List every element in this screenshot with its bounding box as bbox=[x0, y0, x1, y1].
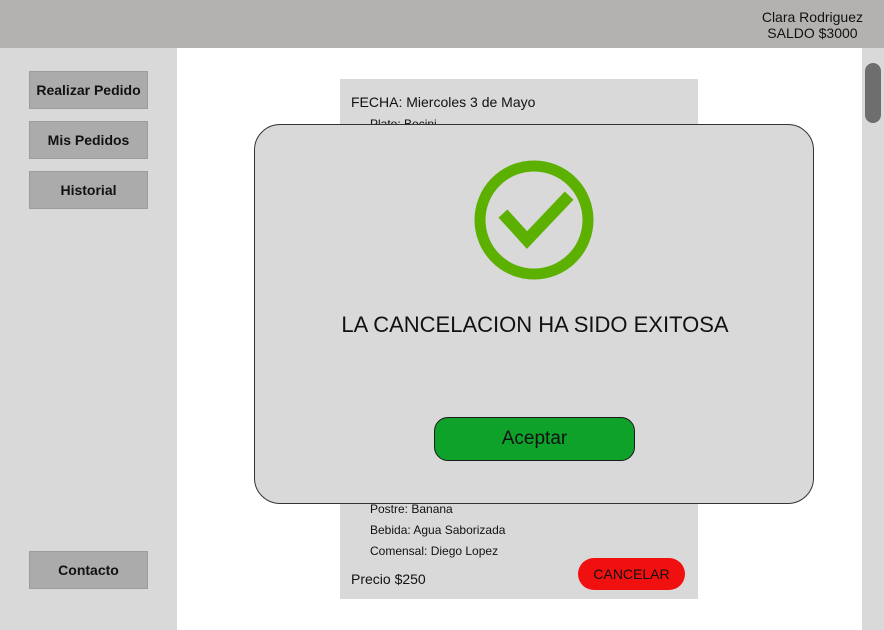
scrollbar[interactable] bbox=[862, 48, 884, 630]
order-drink: Bebida: Agua Saborizada bbox=[370, 523, 506, 537]
sidebar-item-mis-pedidos[interactable]: Mis Pedidos bbox=[29, 121, 148, 159]
balance-label: SALDO $3000 bbox=[767, 25, 858, 41]
order-date: FECHA: Miercoles 3 de Mayo bbox=[351, 94, 536, 110]
check-circle-icon bbox=[474, 160, 594, 280]
top-bar: Clara Rodriguez SALDO $3000 bbox=[0, 0, 884, 48]
user-name: Clara Rodriguez bbox=[761, 9, 863, 25]
sidebar-item-historial[interactable]: Historial bbox=[29, 171, 148, 209]
sidebar: Realizar Pedido Mis Pedidos Historial Co… bbox=[0, 48, 177, 630]
user-info: Clara Rodriguez SALDO $3000 bbox=[762, 9, 863, 41]
order-price: Precio $250 bbox=[351, 571, 426, 587]
cancel-order-button[interactable]: CANCELAR bbox=[578, 558, 685, 590]
success-modal: LA CANCELACION HA SIDO EXITOSA Aceptar bbox=[254, 124, 814, 504]
modal-message: LA CANCELACION HA SIDO EXITOSA bbox=[341, 312, 729, 337]
order-diner: Comensal: Diego Lopez bbox=[370, 544, 499, 558]
order-dessert: Postre: Banana bbox=[370, 502, 453, 516]
accept-button[interactable]: Aceptar bbox=[434, 417, 635, 461]
contact-button[interactable]: Contacto bbox=[29, 551, 148, 589]
scrollbar-thumb[interactable] bbox=[865, 63, 881, 123]
sidebar-item-realizar-pedido[interactable]: Realizar Pedido bbox=[29, 71, 148, 109]
